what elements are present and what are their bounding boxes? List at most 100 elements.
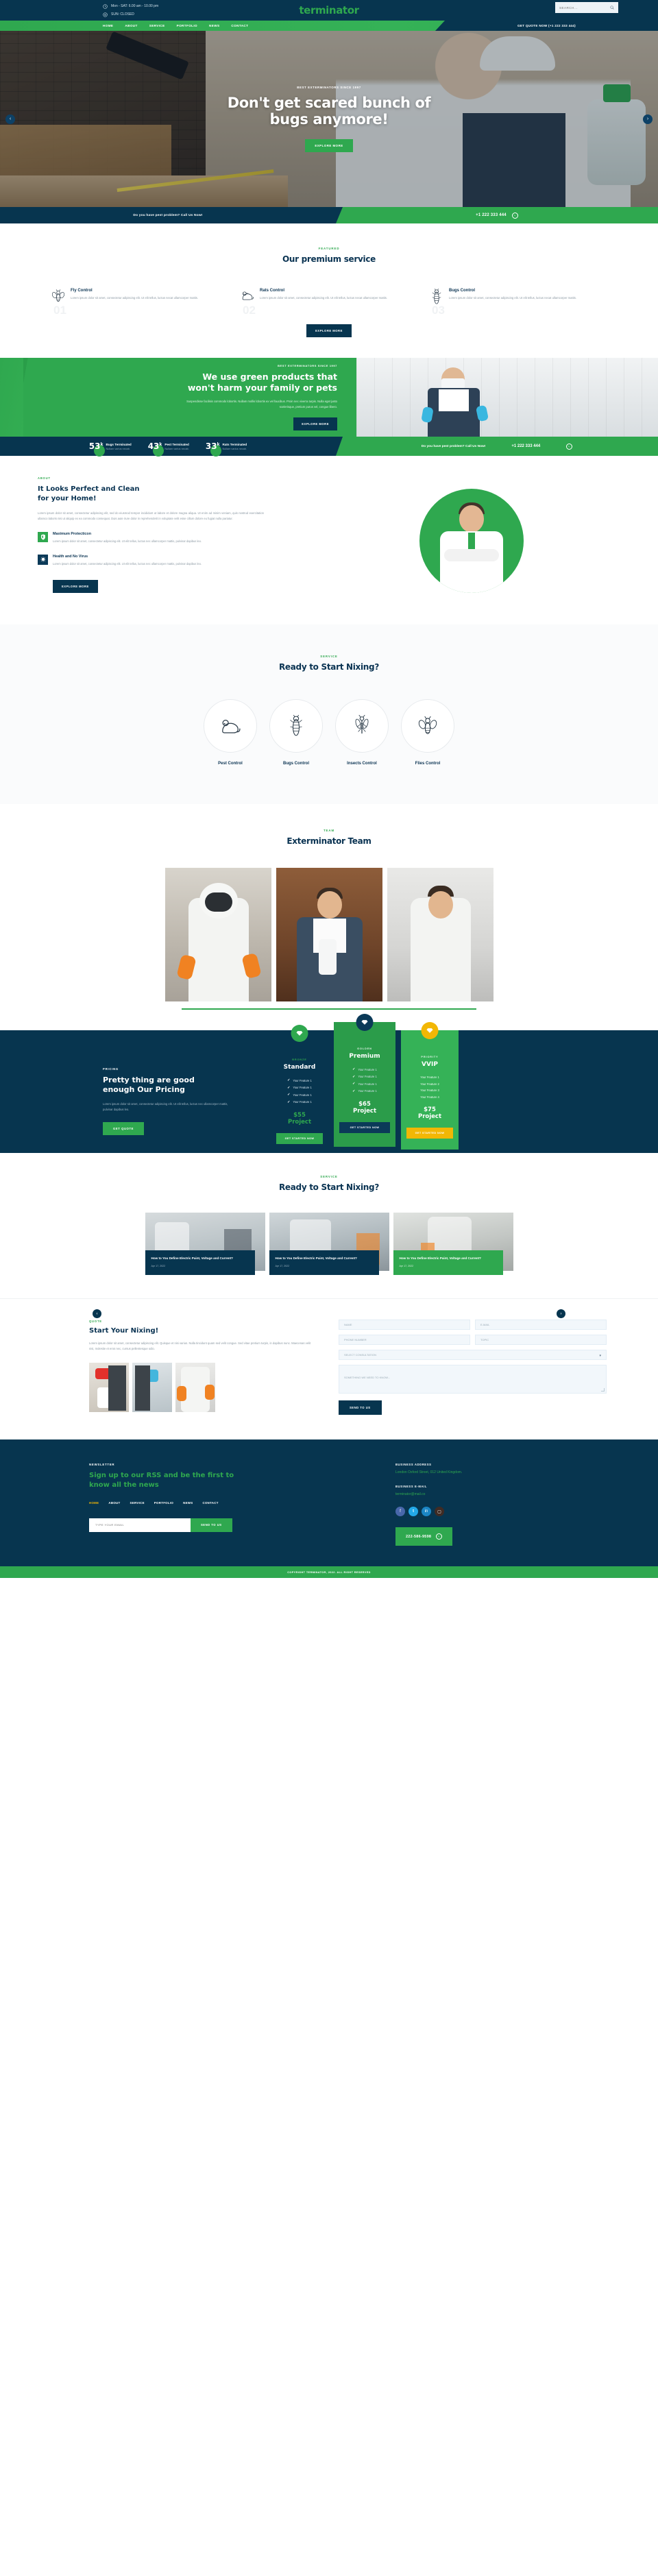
- plan-feature: Your Feature 1: [293, 1093, 312, 1097]
- footer-nav-about[interactable]: ABOUT: [108, 1501, 120, 1505]
- feature-title: Fly Control: [71, 289, 93, 293]
- premium-explore-button[interactable]: EXPLORE MORE: [306, 324, 352, 337]
- plan-feature: Your Feature 1: [358, 1089, 377, 1093]
- quote-section: QUOTE Start Your Nixing! Lorem ipsum dol…: [0, 1298, 658, 1440]
- feature-card-fly[interactable]: 01 Fly Control Lorem ipsum dolor sit ame…: [51, 289, 228, 317]
- topic-field[interactable]: TOPIC: [475, 1335, 607, 1346]
- hero-explore-button[interactable]: EXPLORE MORE: [305, 139, 353, 153]
- about-explore-button[interactable]: EXPLORE MORE: [53, 580, 98, 594]
- search-box[interactable]: [555, 2, 618, 13]
- green-title-line2: won't harm your family or pets: [187, 382, 337, 393]
- pricing-card-vvip[interactable]: PRIORITY VVIP Your Feature 1 Your Featur…: [401, 1022, 459, 1150]
- footer-email-block: BUSINESS E-MAIL terminator@mail.co: [395, 1485, 607, 1496]
- stats-call-phone[interactable]: +1 222 333 444: [511, 444, 540, 448]
- search-icon[interactable]: [610, 5, 614, 10]
- footer-phone-button[interactable]: 222-586-9598: [395, 1527, 453, 1546]
- green-explore-button[interactable]: EXPLORE MORE: [293, 417, 337, 430]
- premium-feature-grid: 01 Fly Control Lorem ipsum dolor sit ame…: [51, 289, 607, 317]
- hero-prev-arrow[interactable]: ‹: [5, 114, 15, 124]
- pricing-kicker: PRICING: [103, 1067, 119, 1071]
- plan-price-block: $55 Project: [276, 1112, 323, 1126]
- hero-content: BEST EXTERMINATORS SINCE 1997 Don't get …: [0, 31, 658, 207]
- footer-nav-home[interactable]: HOME: [89, 1501, 99, 1505]
- whatsapp-icon[interactable]: [511, 212, 518, 219]
- phone-placeholder: PHONE NUMBER: [344, 1338, 367, 1342]
- rat-icon: [241, 289, 254, 305]
- news-post-title: How to You Define Electric Paint, Voltag…: [399, 1256, 481, 1261]
- footer-address-block: BUSINESS ADDRESS London Oxford Street, 0…: [395, 1463, 607, 1474]
- green-title-line1: We use green products that: [202, 372, 337, 382]
- name-field[interactable]: NAME: [339, 1320, 470, 1330]
- pricing-card-premium[interactable]: GOLDEN Premium ✓ Your Feature 1 ✓ Your Fea…: [334, 1014, 395, 1147]
- nav-item-home[interactable]: HOME: [103, 24, 113, 27]
- newsletter-submit-button[interactable]: SEND TO US: [191, 1518, 232, 1532]
- main-navigation: HOME ABOUT SERVICE PORTFOLIO NEWS CONTAC…: [0, 21, 658, 31]
- about-title-line2: for your Home!: [38, 494, 97, 502]
- copyright-text: COPYRIGHT TERMINATOR, 2022. ALL RIGHT RE…: [287, 1570, 371, 1574]
- twitter-icon[interactable]: 𝐭: [409, 1507, 418, 1517]
- phone-field[interactable]: PHONE NUMBER: [339, 1335, 470, 1346]
- quote-send-button[interactable]: SEND TO US: [339, 1400, 382, 1415]
- service-card-pest[interactable]: Pest Control: [204, 699, 257, 766]
- search-input[interactable]: [559, 5, 610, 10]
- about-image: [284, 476, 658, 593]
- green-products-copy: BEST EXTERMINATORS SINCE 1997 We use gre…: [0, 358, 356, 437]
- footer-nav-news[interactable]: NEWS: [183, 1501, 193, 1505]
- instagram-icon[interactable]: ▢: [435, 1507, 444, 1517]
- footer-nav-portfolio[interactable]: PORTFOLIO: [154, 1501, 173, 1505]
- get-quote-label: GET QUOTE NOW (+1 222 333 444): [517, 24, 576, 27]
- green-products-section: BEST EXTERMINATORS SINCE 1997 We use gre…: [0, 358, 658, 437]
- message-textarea[interactable]: SOMETHING WE NEED TO KNOW...: [339, 1365, 607, 1394]
- services-kicker: SERVICE: [320, 655, 338, 659]
- plan-cta-button[interactable]: GET STARTED NOW: [339, 1122, 390, 1134]
- pricing-card-standard[interactable]: BRONZE Standard ✓ Your Feature 1 ✓ Your Fe…: [271, 1025, 328, 1152]
- newsletter-email-input[interactable]: [89, 1518, 191, 1532]
- nav-item-about[interactable]: ABOUT: [125, 24, 137, 27]
- green-kicker: BEST EXTERMINATORS SINCE 1997: [278, 364, 337, 368]
- whatsapp-icon[interactable]: [566, 443, 573, 450]
- get-quote-button[interactable]: GET QUOTE NOW (+1 222 333 444): [435, 21, 658, 31]
- footer-nav-service[interactable]: SERVICE: [130, 1501, 145, 1505]
- feature-card-bugs[interactable]: 03 Bugs Control Lorem ipsum dolor sit am…: [430, 289, 607, 317]
- service-card-bugs[interactable]: Bugs Control: [269, 699, 323, 766]
- premium-title: Our premium service: [282, 254, 376, 264]
- facebook-icon[interactable]: f: [395, 1507, 405, 1517]
- stat-value: 53: [88, 441, 101, 451]
- email-field[interactable]: E-MAIL: [475, 1320, 607, 1330]
- team-photo-1: [164, 868, 271, 1002]
- about-copy: ABOUT It Looks Perfect and Clean for you…: [0, 476, 284, 594]
- nav-item-service[interactable]: SERVICE: [149, 24, 165, 27]
- resize-handle-icon[interactable]: [601, 1388, 605, 1392]
- quote-thumbnails: [89, 1363, 315, 1413]
- nav-item-portfolio[interactable]: PORTFOLIO: [177, 24, 197, 27]
- service-label: Bugs Control: [283, 762, 309, 766]
- consultation-select[interactable]: SELECT CONSULTATION ▾: [339, 1350, 607, 1361]
- team-grid: [51, 868, 607, 1002]
- linkedin-icon[interactable]: in: [422, 1507, 431, 1517]
- news-card-1[interactable]: How to You Define Electric Paint, Voltag…: [145, 1213, 265, 1276]
- plan-cta-button[interactable]: GET STARTED NOW: [406, 1128, 453, 1139]
- footer-email-value[interactable]: terminator@mail.co: [395, 1492, 607, 1496]
- nav-item-contact[interactable]: CONTACT: [231, 24, 248, 27]
- footer-phone-number: 222-586-9598: [406, 1534, 432, 1539]
- team-slider-progress[interactable]: [182, 1008, 476, 1010]
- about-text: Lorem ipsum dolor sit amet, consectetur …: [38, 511, 264, 521]
- pricing-get-quote-button[interactable]: GET QUOTE: [103, 1122, 145, 1136]
- quote-kicker: QUOTE: [89, 1320, 102, 1324]
- news-card-2[interactable]: How to You Define Electric Paint, Voltag…: [269, 1213, 389, 1276]
- copyright-bar: COPYRIGHT TERMINATOR, 2022. ALL RIGHT RE…: [0, 1566, 658, 1579]
- footer-nav-contact[interactable]: CONTACT: [202, 1501, 218, 1505]
- chevron-down-icon[interactable]: ▾: [599, 1354, 601, 1358]
- call-phone-number[interactable]: +1 222 333 444: [476, 213, 507, 217]
- pricing-section: PRICING Pretty thing are good enough Our…: [0, 1014, 658, 1154]
- news-card-3[interactable]: How to You Define Electric Paint, Voltag…: [393, 1213, 513, 1276]
- feature-card-rats[interactable]: 02 Rats Control Lorem ipsum dolor sit am…: [241, 289, 417, 317]
- hero-next-arrow[interactable]: ›: [643, 114, 653, 124]
- plan-cta-button[interactable]: GET STARTED NOW: [276, 1133, 323, 1145]
- service-card-insects[interactable]: Insects Control: [335, 699, 389, 766]
- service-card-flies[interactable]: Flies Control: [401, 699, 454, 766]
- footer-title-line2: know all the news: [89, 1481, 159, 1489]
- call-phone-panel[interactable]: +1 222 333 444: [336, 207, 658, 223]
- nav-item-news[interactable]: NEWS: [209, 24, 219, 27]
- stat-sub: Nullam varius necab.: [106, 447, 130, 450]
